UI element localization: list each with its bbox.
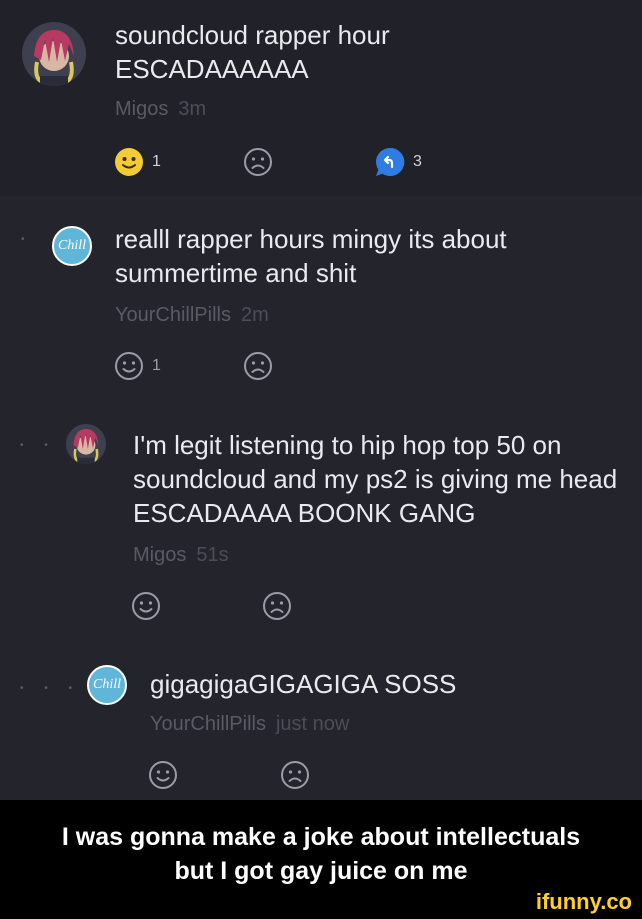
unsmile-reaction[interactable] xyxy=(243,147,273,177)
smile-icon xyxy=(132,592,160,620)
timestamp: 3m xyxy=(178,98,207,120)
frown-icon xyxy=(244,148,272,176)
timestamp: 2m xyxy=(240,304,269,326)
reply-count: 3 xyxy=(413,153,422,170)
reply-depth-dots: • • xyxy=(20,440,57,451)
frown-icon xyxy=(263,592,291,620)
comment-2: • Chill realll rapper hours mingy its ab… xyxy=(0,196,642,402)
ifunny-watermark: ifunny.co xyxy=(535,889,632,914)
smile-icon xyxy=(149,761,177,789)
comment-meta: YourChillPills just now xyxy=(150,713,349,736)
rapper-portrait-avatar[interactable] xyxy=(66,424,106,464)
timestamp: just now xyxy=(275,713,350,735)
reply-bubble-icon xyxy=(376,147,405,176)
frown-icon xyxy=(281,761,309,789)
smile-icon xyxy=(115,352,143,380)
reply-depth-dots: • • • xyxy=(20,683,82,694)
comment-1: soundcloud rapper hour ESCADAAAAAA Migos… xyxy=(0,0,642,196)
rapper-portrait-avatar[interactable] xyxy=(22,22,86,86)
timestamp: 51s xyxy=(196,544,229,566)
smile-reaction[interactable] xyxy=(148,760,178,790)
unsmile-reaction[interactable] xyxy=(280,760,310,790)
author-name[interactable]: Migos xyxy=(133,544,186,566)
author-name[interactable]: YourChillPills xyxy=(115,304,231,326)
author-name[interactable]: YourChillPills xyxy=(150,713,266,735)
comment-4: • • • Chill gigagigaGIGAGIGA SOSS YourCh… xyxy=(0,645,642,800)
smile-filled-icon xyxy=(115,148,143,176)
comment-thread: soundcloud rapper hour ESCADAAAAAA Migos… xyxy=(0,0,642,800)
smile-reaction[interactable]: 1 xyxy=(114,147,161,177)
comment-meta: YourChillPills 2m xyxy=(115,304,269,327)
meme-caption: I was gonna make a joke about intellectu… xyxy=(0,800,642,919)
author-name[interactable]: Migos xyxy=(115,98,168,120)
chill-avatar[interactable]: Chill xyxy=(52,226,92,266)
reply-button[interactable]: 3 xyxy=(375,147,422,177)
chill-avatar[interactable]: Chill xyxy=(87,665,127,705)
caption-line-2: but I got gay juice on me xyxy=(174,857,468,885)
unsmile-reaction[interactable] xyxy=(262,591,292,621)
comment-text: I'm legit listening to hip hop top 50 on… xyxy=(133,430,618,528)
comment-text: realll rapper hours mingy its about summ… xyxy=(115,224,507,288)
unsmile-reaction[interactable] xyxy=(243,351,273,381)
caption-line-1: I was gonna make a joke about intellectu… xyxy=(61,823,581,851)
comment-3: • • I'm legit listening to hip hop top 5… xyxy=(0,402,642,645)
comment-text: gigagigaGIGAGIGA SOSS xyxy=(150,669,457,699)
reply-depth-dots: • xyxy=(21,234,34,245)
frown-icon xyxy=(244,352,272,380)
comment-text: soundcloud rapper hour ESCADAAAAAA xyxy=(115,20,390,84)
comment-meta: Migos 51s xyxy=(133,544,229,567)
smile-count: 1 xyxy=(152,153,161,170)
caption-text: I was gonna make a joke about intellectu… xyxy=(0,820,642,888)
smile-reaction[interactable]: 1 xyxy=(114,351,161,381)
comment-meta: Migos 3m xyxy=(115,98,206,121)
smile-reaction[interactable] xyxy=(131,591,161,621)
smile-count: 1 xyxy=(152,357,161,374)
